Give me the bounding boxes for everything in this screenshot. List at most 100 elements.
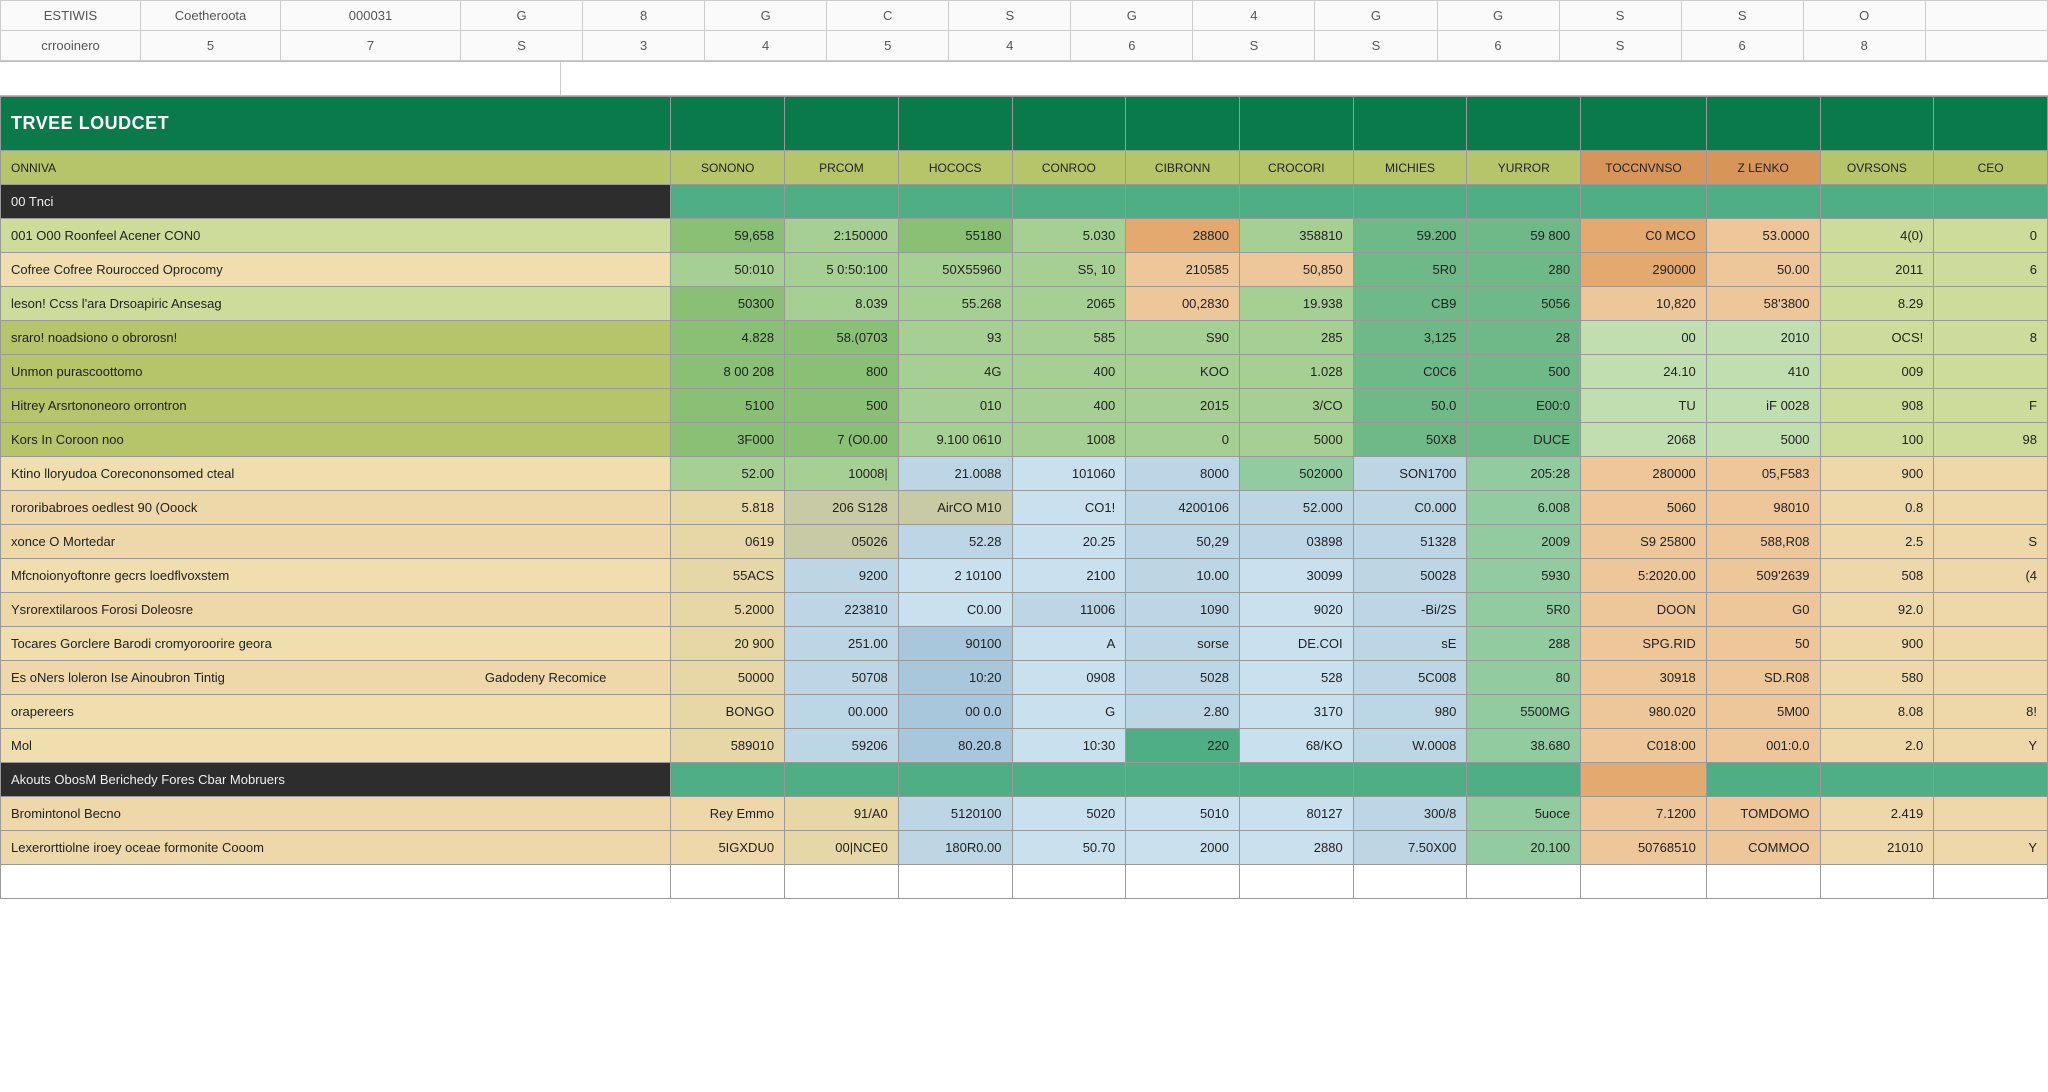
data-cell[interactable]: 50X55960 [898, 253, 1012, 287]
data-cell[interactable]: 11006 [1012, 593, 1126, 627]
data-cell[interactable]: 508 [1820, 559, 1934, 593]
column-header-cell[interactable]: 4 [1193, 1, 1315, 31]
data-cell[interactable]: 206 S128 [785, 491, 899, 525]
column-header-cell[interactable]: 7 [281, 31, 461, 61]
data-cell[interactable]: 21.0088 [898, 457, 1012, 491]
empty-cell[interactable] [671, 865, 785, 899]
data-cell[interactable]: 1.028 [1239, 355, 1353, 389]
data-cell[interactable]: 7.1200 [1581, 797, 1707, 831]
data-cell[interactable]: 1090 [1126, 593, 1240, 627]
month-header[interactable]: TOCCNVNSO [1581, 151, 1707, 185]
data-cell[interactable]: 03898 [1239, 525, 1353, 559]
data-cell[interactable]: 2000 [1126, 831, 1240, 865]
column-header-cell[interactable]: 8 [583, 1, 705, 31]
data-cell[interactable]: Y [1934, 831, 2048, 865]
data-cell[interactable]: 4G [898, 355, 1012, 389]
data-cell[interactable] [1934, 355, 2048, 389]
data-cell[interactable]: 0 [1934, 219, 2048, 253]
data-cell[interactable]: SON1700 [1353, 457, 1467, 491]
data-cell[interactable]: 4200106 [1126, 491, 1240, 525]
data-cell[interactable]: 00.000 [785, 695, 899, 729]
data-cell[interactable]: 5000 [1239, 423, 1353, 457]
data-cell[interactable]: A [1012, 627, 1126, 661]
column-header-cell[interactable]: C [827, 1, 949, 31]
data-cell[interactable]: 28 [1467, 321, 1581, 355]
data-cell[interactable]: 210585 [1126, 253, 1240, 287]
data-cell[interactable]: 5.030 [1012, 219, 1126, 253]
row-label[interactable]: leson! Ccss l'ara Drsoapiric Ansesag [1, 287, 671, 321]
data-cell[interactable]: 8 00 208 [671, 355, 785, 389]
data-cell[interactable]: 50,850 [1239, 253, 1353, 287]
data-cell[interactable]: G [1012, 695, 1126, 729]
data-cell[interactable] [1934, 491, 2048, 525]
data-cell[interactable]: DE.COI [1239, 627, 1353, 661]
data-cell[interactable]: 280 [1467, 253, 1581, 287]
data-cell[interactable]: 5500MG [1467, 695, 1581, 729]
data-cell[interactable]: TOMDOMO [1706, 797, 1820, 831]
data-cell[interactable]: 2100 [1012, 559, 1126, 593]
column-header-cell[interactable]: crrooinero [1, 31, 141, 61]
data-cell[interactable]: 0 [1126, 423, 1240, 457]
data-cell[interactable]: 52.28 [898, 525, 1012, 559]
data-cell[interactable]: S5, 10 [1012, 253, 1126, 287]
column-header-cell[interactable]: G [705, 1, 827, 31]
month-header[interactable]: OVRSONS [1820, 151, 1934, 185]
data-cell[interactable]: 288 [1467, 627, 1581, 661]
data-cell[interactable]: 285 [1239, 321, 1353, 355]
column-header-cell[interactable]: S [1681, 1, 1803, 31]
data-cell[interactable]: 5010 [1126, 797, 1240, 831]
data-cell[interactable]: Rey Emmo [671, 797, 785, 831]
data-cell[interactable]: 53.0000 [1706, 219, 1820, 253]
data-cell[interactable]: 93 [898, 321, 1012, 355]
row-label[interactable]: sraro! noadsiono o obrorosn! [1, 321, 671, 355]
month-header[interactable]: Z LENKO [1706, 151, 1820, 185]
data-cell[interactable]: 900 [1820, 627, 1934, 661]
month-header[interactable]: CEO [1934, 151, 2048, 185]
data-cell[interactable]: 5120100 [898, 797, 1012, 831]
data-cell[interactable]: 5.2000 [671, 593, 785, 627]
data-cell[interactable]: 3/CO [1239, 389, 1353, 423]
data-cell[interactable]: CB9 [1353, 287, 1467, 321]
data-cell[interactable]: 5 0:50:100 [785, 253, 899, 287]
data-cell[interactable] [1934, 627, 2048, 661]
data-cell[interactable]: 2:150000 [785, 219, 899, 253]
data-cell[interactable]: 290000 [1581, 253, 1707, 287]
data-cell[interactable]: F [1934, 389, 2048, 423]
empty-cell[interactable] [898, 865, 1012, 899]
empty-cell[interactable] [1467, 865, 1581, 899]
data-cell[interactable]: 5R0 [1467, 593, 1581, 627]
data-cell[interactable]: 00|NCE0 [785, 831, 899, 865]
data-cell[interactable]: 2.80 [1126, 695, 1240, 729]
empty-cell[interactable] [1012, 865, 1126, 899]
empty-cell[interactable] [1239, 865, 1353, 899]
empty-cell[interactable] [1706, 865, 1820, 899]
data-cell[interactable]: 7 (O0.00 [785, 423, 899, 457]
data-cell[interactable]: TU [1581, 389, 1707, 423]
data-cell[interactable]: C0.000 [1353, 491, 1467, 525]
data-cell[interactable]: 1008 [1012, 423, 1126, 457]
data-cell[interactable]: 9020 [1239, 593, 1353, 627]
data-cell[interactable]: S90 [1126, 321, 1240, 355]
data-cell[interactable]: 205:28 [1467, 457, 1581, 491]
data-cell[interactable]: C0.00 [898, 593, 1012, 627]
data-cell[interactable]: 900 [1820, 457, 1934, 491]
data-cell[interactable]: 980.020 [1581, 695, 1707, 729]
column-header-cell[interactable]: 4 [705, 31, 827, 61]
data-cell[interactable]: S9 25800 [1581, 525, 1707, 559]
data-cell[interactable]: 10008| [785, 457, 899, 491]
data-cell[interactable]: 05026 [785, 525, 899, 559]
data-cell[interactable]: 50768510 [1581, 831, 1707, 865]
data-cell[interactable]: 59206 [785, 729, 899, 763]
data-cell[interactable]: SD.R08 [1706, 661, 1820, 695]
row-label[interactable]: Bromintonol Becno [1, 797, 671, 831]
data-cell[interactable]: W.0008 [1353, 729, 1467, 763]
empty-cell[interactable] [1, 865, 671, 899]
data-cell[interactable]: S [1934, 525, 2048, 559]
column-header-cell[interactable]: S [1193, 31, 1315, 61]
row-label[interactable]: Ysrorextilaroos Forosi Doleosre [1, 593, 671, 627]
row-label[interactable]: rororibabroes oedlest 90 (Ooock [1, 491, 671, 525]
data-cell[interactable]: 5028 [1126, 661, 1240, 695]
empty-cell[interactable] [1353, 865, 1467, 899]
data-cell[interactable]: 400 [1012, 355, 1126, 389]
data-cell[interactable]: 5R0 [1353, 253, 1467, 287]
